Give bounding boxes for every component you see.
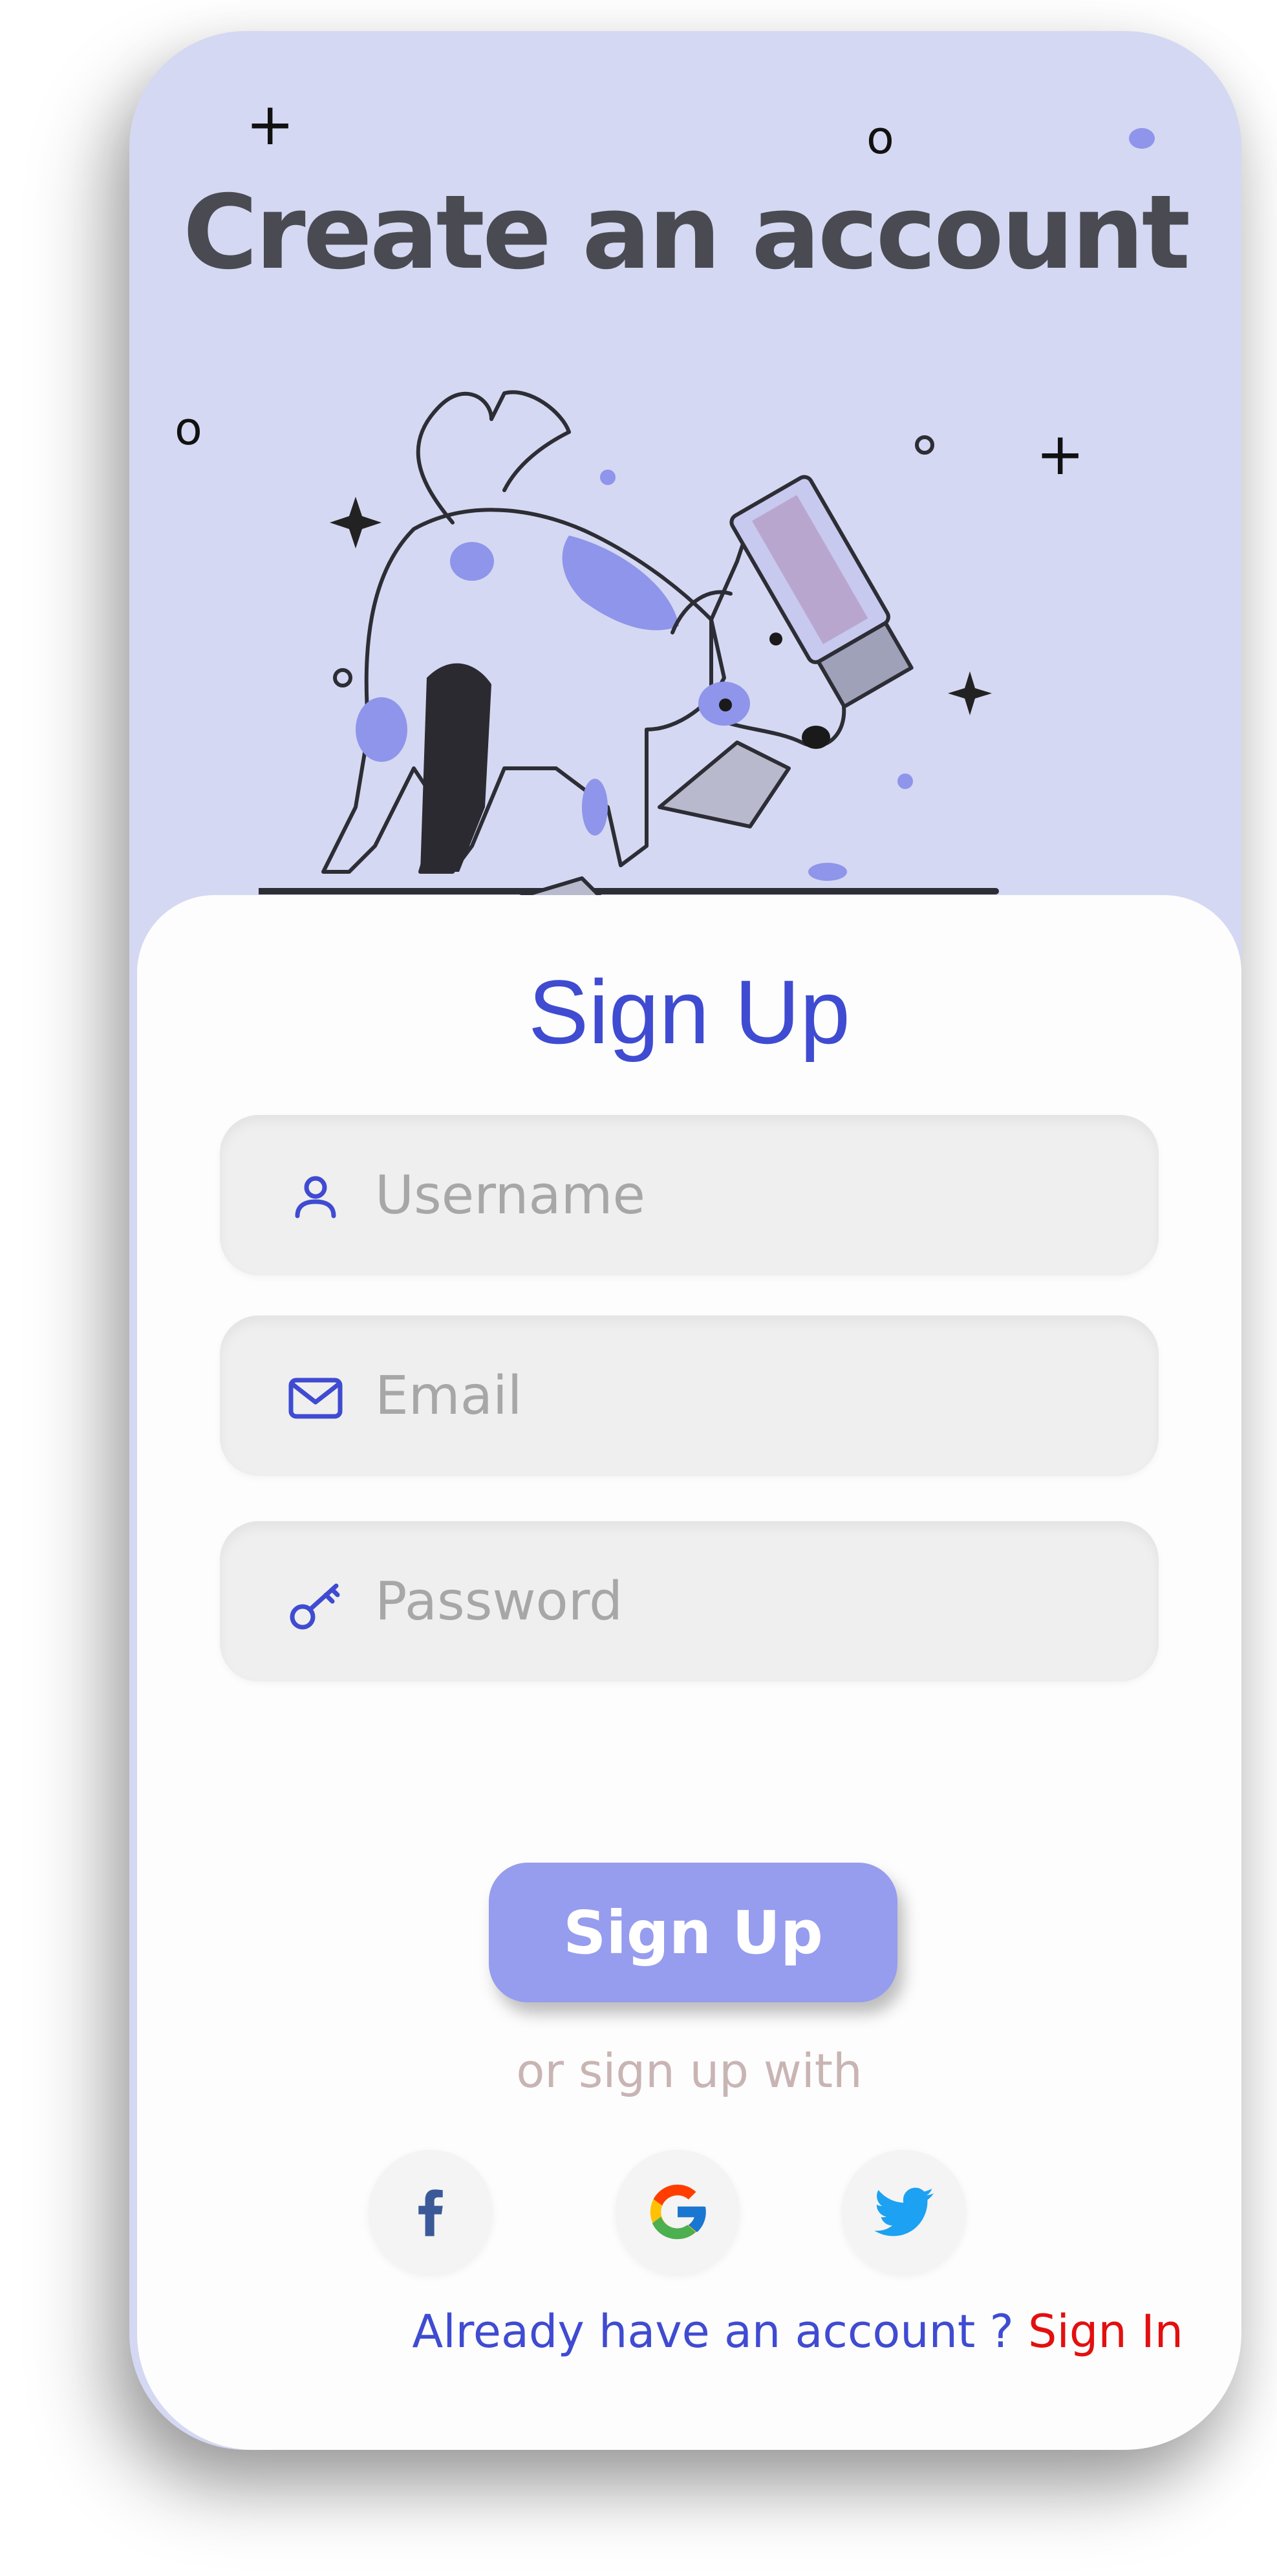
email-input[interactable] (375, 1315, 1119, 1476)
page-title: Create an account (182, 173, 1190, 292)
plus-decoration: + (246, 91, 295, 158)
signup-title: Sign Up (528, 961, 851, 1063)
signin-prompt: Already have an account ? (412, 2305, 1029, 2358)
username-input[interactable] (375, 1115, 1119, 1275)
facebook-button[interactable] (369, 2150, 493, 2274)
signin-row: Already have an account ? Sign In (412, 2305, 1183, 2358)
password-input[interactable] (375, 1521, 1119, 1682)
phone-frame: + o o + Create an account Sign Up Userna… (129, 31, 1241, 2450)
facebook-icon (418, 2189, 443, 2236)
email-field[interactable] (220, 1315, 1159, 1476)
password-field[interactable] (220, 1521, 1159, 1682)
signup-card: Sign Up Sign Up or sign u (137, 895, 1241, 2450)
google-icon (650, 2184, 707, 2240)
mail-icon (288, 1378, 343, 1419)
key-icon (290, 1583, 340, 1630)
dot-decoration (1129, 128, 1155, 149)
twitter-button[interactable] (842, 2150, 966, 2274)
signin-link[interactable]: Sign In (1028, 2305, 1183, 2358)
alt-signup-text: or sign up with (516, 2044, 863, 2098)
user-icon (295, 1176, 336, 1218)
google-button[interactable] (616, 2150, 740, 2274)
username-field[interactable] (220, 1115, 1159, 1275)
dog-illustration (259, 390, 999, 925)
twitter-icon (874, 2187, 934, 2236)
circle-decoration: o (175, 402, 202, 455)
signup-button[interactable]: Sign Up (489, 1863, 897, 2002)
circle-decoration: o (866, 111, 894, 164)
